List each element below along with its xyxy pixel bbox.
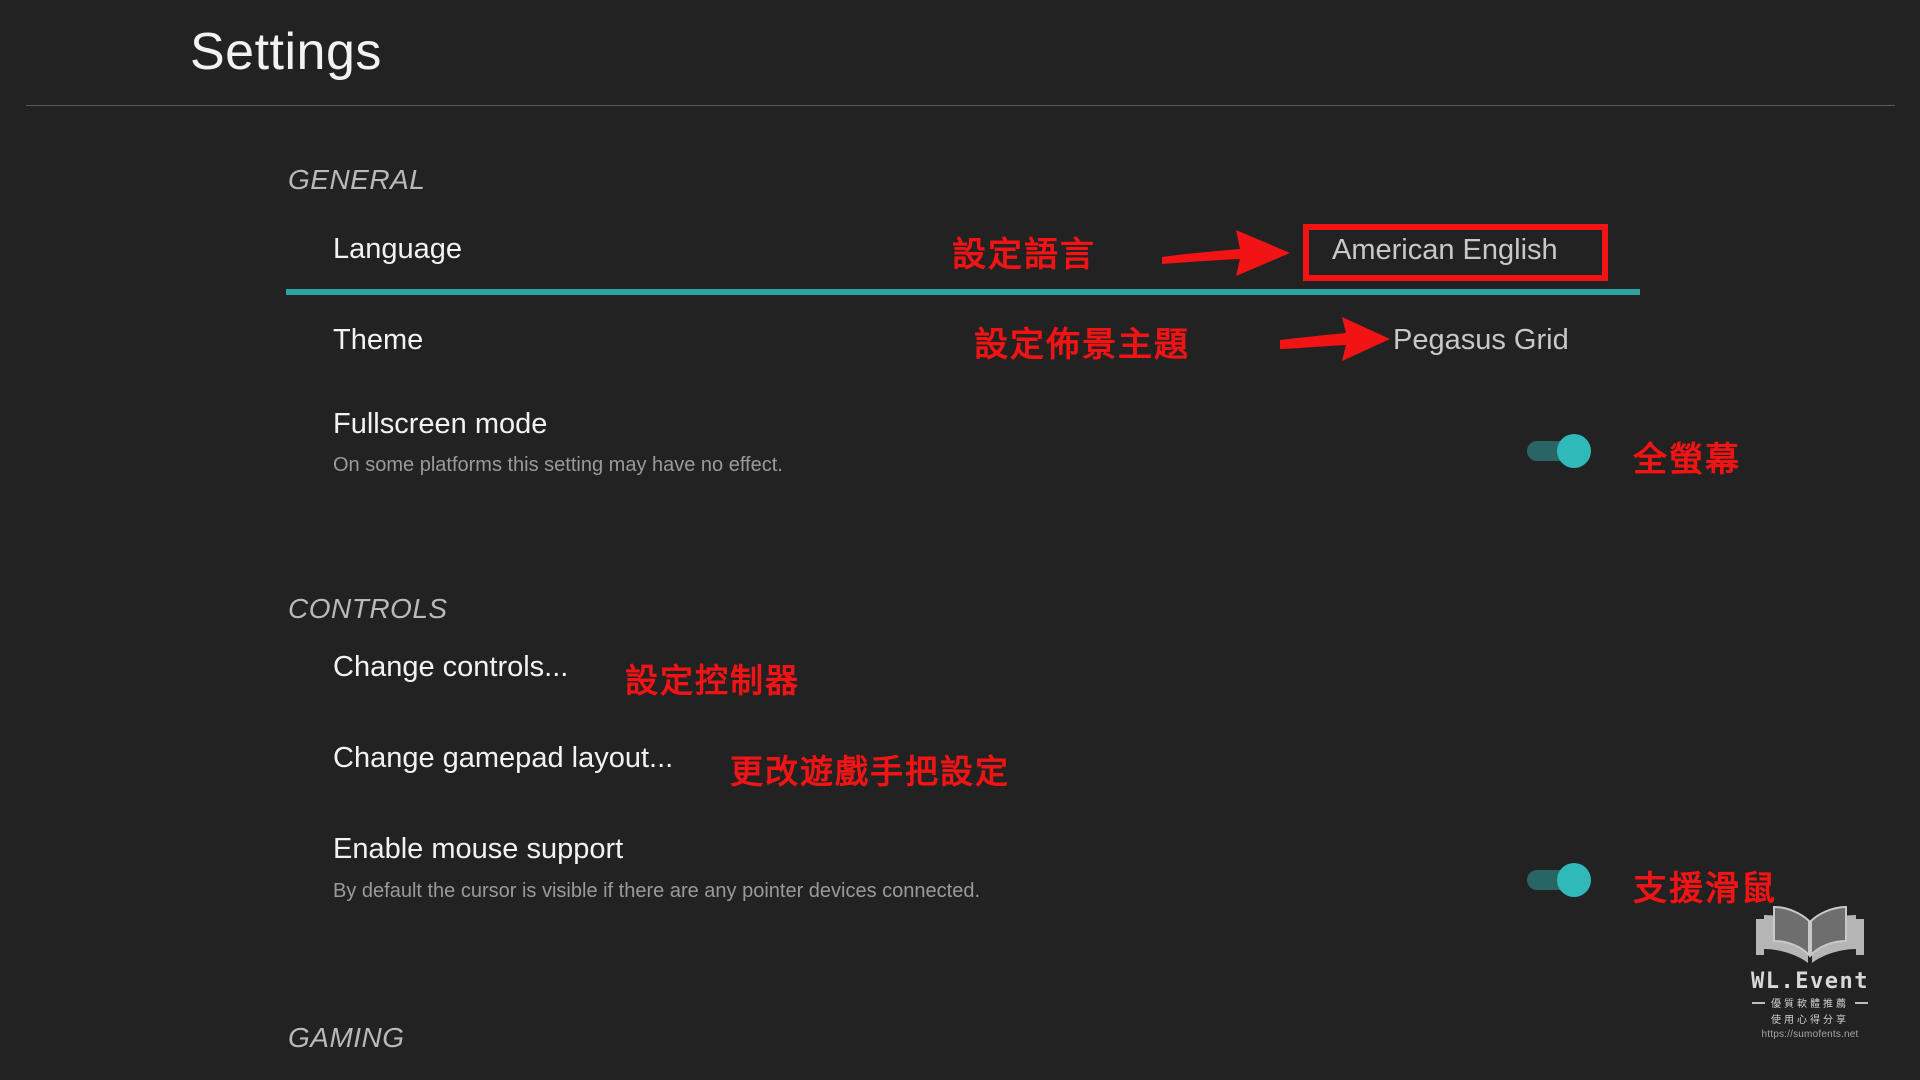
setting-label-mouse-support[interactable]: Enable mouse support [333,833,623,866]
annotation-arrow-language [1162,224,1292,287]
setting-description-fullscreen: On some platforms this setting may have … [333,454,783,476]
watermark-tagline-2: 使用心得分享 [1771,1015,1849,1026]
annotation-text-change-gamepad-layout: 更改遊戲手把設定 [730,752,1010,791]
annotation-text-fullscreen: 全螢幕 [1633,440,1741,480]
annotation-text-change-controls: 設定控制器 [625,661,800,700]
section-header-gaming: GAMING [288,1022,405,1053]
setting-label-language[interactable]: Language [333,233,462,266]
toggle-knob [1557,434,1591,468]
header-divider [26,105,1895,106]
watermark-tagline-row-1: 優質軟體推薦 [1720,995,1900,1010]
toggle-fullscreen[interactable] [1527,434,1593,468]
annotation-text-theme: 設定佈景主題 [974,325,1190,365]
watermark-dash-left [1752,1001,1765,1004]
annotation-text-language: 設定語言 [952,235,1096,275]
section-header-controls: CONTROLS [288,593,448,624]
selection-underline [286,289,1640,295]
annotation-highlight-box-language [1303,224,1608,281]
section-header-general: GENERAL [288,164,426,195]
annotation-arrow-theme [1280,314,1392,371]
setting-label-theme[interactable]: Theme [333,324,423,357]
watermark-tagline-1: 優質軟體推薦 [1771,999,1849,1010]
setting-label-change-controls[interactable]: Change controls... [333,651,568,684]
setting-label-fullscreen[interactable]: Fullscreen mode [333,408,547,441]
watermark-tagline-row-2: 使用心得分享 [1720,1011,1900,1026]
setting-value-theme[interactable]: Pegasus Grid [1393,324,1569,357]
watermark-brand: WL.Event [1751,969,1869,994]
toggle-mouse-support[interactable] [1527,863,1593,897]
annotation-text-mouse-support: 支援滑鼠 [1633,869,1777,909]
watermark-dash-right [1855,1001,1868,1004]
setting-description-mouse-support: By default the cursor is visible if ther… [333,880,981,902]
page-title: Settings [190,23,382,81]
watermark-url: https://sumofents.net [1761,1029,1859,1040]
watermark: WL.Event 優質軟體推薦 使用心得分享 https://sumofents… [1720,905,1900,1075]
open-book-icon [1756,905,1864,963]
toggle-knob [1557,863,1591,897]
setting-label-change-gamepad-layout[interactable]: Change gamepad layout... [333,742,673,775]
settings-screen: Settings GENERAL Language American Engli… [0,0,1920,1080]
